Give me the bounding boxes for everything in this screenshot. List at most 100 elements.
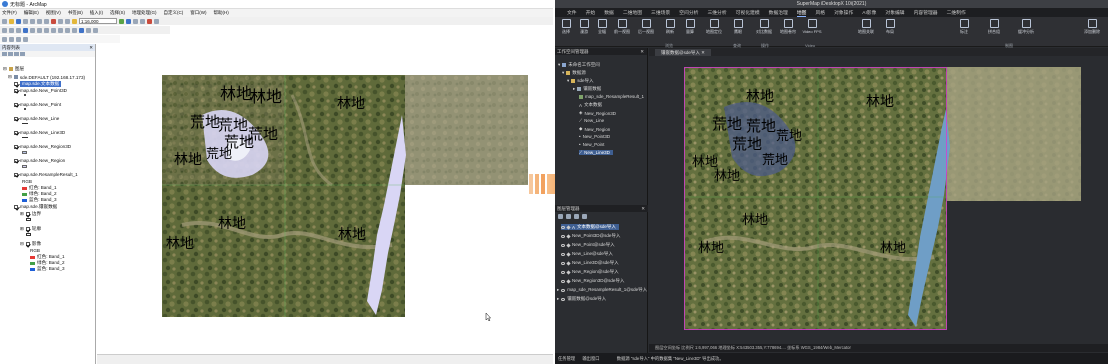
toc-root[interactable]: ⊟ 图层: [3, 66, 24, 72]
layer-visibility-checkbox[interactable]: [14, 102, 18, 107]
layer-visibility-checkbox[interactable]: [25, 242, 30, 246]
tab-map[interactable]: 地图: [796, 9, 807, 17]
compare-data-button[interactable]: 对比数据: [753, 19, 775, 35]
toc-layer[interactable]: map.sde.New_Line: [14, 116, 59, 121]
menu-windows[interactable]: 窗口(W): [190, 10, 206, 16]
layer-item[interactable]: New_Point3D@sde导入: [561, 233, 620, 239]
dataset-item[interactable]: ◈ New_Region3D: [579, 110, 616, 116]
buffer-analysis-button[interactable]: 缓冲分析: [1015, 19, 1037, 35]
output-window-tab[interactable]: 输出窗口: [582, 356, 599, 361]
tab-ai-imagery[interactable]: AI影像: [862, 9, 876, 16]
fixed-zoom-in-icon[interactable]: [30, 27, 35, 33]
select-features-icon[interactable]: [58, 27, 63, 33]
layer-visibility-checkbox[interactable]: [14, 82, 18, 86]
dataset-item[interactable]: A 文本数据: [579, 102, 602, 108]
python-icon[interactable]: [154, 18, 159, 24]
tab-start[interactable]: 开始: [586, 9, 596, 16]
toc-datasource[interactable]: ⊟ sde.DEFAULT (192.168.17.173): [8, 74, 85, 80]
map-locate-button[interactable]: 地图定位: [703, 19, 725, 35]
menu-selection[interactable]: 选择(S): [110, 10, 125, 16]
dataset-item[interactable]: • New_Point: [579, 142, 604, 147]
dataset-item[interactable]: map_sde_ResampleResult_1: [579, 94, 644, 99]
layer-visibility-checkbox[interactable]: [14, 172, 18, 177]
forward-icon[interactable]: [51, 27, 56, 33]
refresh-button[interactable]: 刷新: [659, 19, 681, 35]
editor-icon[interactable]: [119, 18, 124, 24]
tab-data[interactable]: 数据: [604, 9, 614, 16]
menu-view[interactable]: 视图(V): [46, 10, 61, 16]
undo-icon[interactable]: [58, 18, 63, 24]
merge-group-button[interactable]: 拼合组: [983, 19, 1005, 35]
layer-visibility-checkbox[interactable]: [14, 158, 18, 163]
tab-3d-analysis[interactable]: 三维分析: [707, 9, 726, 16]
editable-icon[interactable]: [566, 233, 571, 239]
toc-icon[interactable]: [126, 18, 131, 24]
save-icon[interactable]: [16, 18, 21, 24]
add-layer-icon[interactable]: [558, 214, 563, 219]
fixed-zoom-out-icon[interactable]: [37, 27, 42, 33]
tab-map2d[interactable]: 二维地图: [623, 9, 642, 16]
layer-item[interactable]: New_Line3D@sde导入: [561, 260, 619, 266]
toc-layer[interactable]: map.sde.New_Line3D: [14, 130, 65, 135]
full-extent-button[interactable]: 全幅: [591, 19, 613, 35]
full-extent-icon[interactable]: [23, 27, 28, 33]
layer-visibility-checkbox[interactable]: [14, 116, 18, 121]
toc-layer[interactable]: map.sde.文本数据: [14, 81, 62, 87]
font-icon[interactable]: [23, 36, 28, 42]
measure-icon[interactable]: [93, 27, 98, 33]
back-icon[interactable]: [44, 27, 49, 33]
editable-icon[interactable]: [566, 269, 571, 275]
toc-layer-mosaic[interactable]: map.sde.镶嵌数据: [14, 204, 57, 210]
tab-scene3d[interactable]: 三维场景: [651, 9, 670, 16]
layer-visibility-checkbox[interactable]: [14, 130, 18, 135]
supermap-map-canvas[interactable]: 林地 林地 荒地 荒地 荒地 林地 荒地 林地 荒地 林地 林地 林地: [684, 67, 1081, 330]
zoom-out-icon[interactable]: [9, 27, 14, 33]
map-window-tab[interactable]: 镶嵌数据@sde导入 ✕: [655, 49, 711, 56]
layer-visibility-checkbox[interactable]: [25, 227, 30, 231]
dataset-item[interactable]: ▸ 镶嵌数据: [573, 86, 601, 92]
panel-close-icon[interactable]: ✕: [640, 48, 644, 55]
layer-item[interactable]: A 文本数据@sde导入: [561, 224, 619, 230]
remove-layer-icon[interactable]: [566, 214, 571, 219]
layer-item[interactable]: ▸ map_sde_ResampleResult_1@sde导入: [557, 287, 647, 293]
editable-icon[interactable]: [566, 242, 571, 248]
visibility-eye-icon[interactable]: [561, 234, 565, 238]
dataset-item-selected[interactable]: ⟋ New_Line3D: [579, 150, 613, 155]
measure-button[interactable]: 量算: [679, 19, 701, 35]
arctoolbox-icon[interactable]: [147, 18, 152, 24]
visibility-eye-icon[interactable]: [561, 261, 565, 265]
datasources-node[interactable]: ▾ 数据源: [562, 70, 586, 76]
list-by-source-icon[interactable]: [8, 52, 13, 56]
list-by-visibility-icon[interactable]: [14, 52, 19, 56]
label-button[interactable]: 标注: [953, 19, 975, 35]
tab-style[interactable]: 风格: [815, 9, 825, 16]
toc-layer[interactable]: map.sde.New_Point3D: [14, 88, 67, 93]
mosaic-child[interactable]: ⊞ 边界: [20, 211, 41, 217]
tab-content-manager[interactable]: 内容管理器: [914, 9, 938, 16]
list-by-selection-icon[interactable]: [20, 52, 25, 56]
layer-visibility-checkbox[interactable]: [14, 205, 18, 209]
layer-item[interactable]: New_Region@sde导入: [561, 269, 619, 275]
panel-close-icon[interactable]: ✕: [641, 205, 645, 212]
cut-icon[interactable]: [30, 18, 35, 24]
video-fps-button[interactable]: Video FPS: [801, 19, 823, 34]
print-icon[interactable]: [23, 18, 28, 24]
copy-icon[interactable]: [37, 18, 42, 24]
editable-icon[interactable]: [566, 278, 571, 284]
menu-help[interactable]: 帮助(H): [214, 10, 229, 16]
layout-button[interactable]: 布局: [879, 19, 901, 35]
tab-visual-modeling[interactable]: 可视化建模: [736, 9, 760, 16]
identify-icon[interactable]: [79, 27, 84, 33]
layer-item[interactable]: New_Line@sde导入: [561, 251, 613, 257]
tab-object-edit[interactable]: 对象编辑: [885, 9, 904, 16]
toc-layer[interactable]: map.sde.New_Point: [14, 102, 61, 107]
toc-layer[interactable]: map.sde.New_Region: [14, 158, 65, 163]
new-icon[interactable]: [2, 18, 7, 24]
add-data-icon[interactable]: [72, 18, 77, 24]
visibility-eye-icon[interactable]: [561, 270, 565, 274]
toc-layer[interactable]: map.sde.New_Region3D: [14, 144, 71, 149]
workspace-node[interactable]: ▾ 未命名工作空间: [558, 62, 600, 68]
find-icon[interactable]: [86, 27, 91, 33]
delete-icon[interactable]: [51, 18, 56, 24]
map-link-button[interactable]: 地图关联: [855, 19, 877, 35]
